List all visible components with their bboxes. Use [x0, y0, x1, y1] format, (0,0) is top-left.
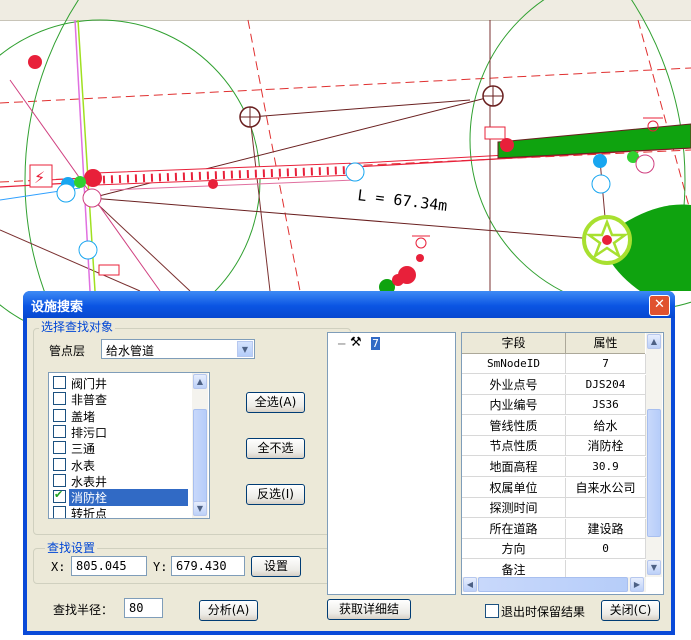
grid-header-field: 字段 — [462, 333, 566, 354]
scroll-down-icon[interactable]: ▼ — [647, 560, 661, 575]
list-item[interactable]: 转折点 — [51, 504, 189, 519]
grid-value-cell[interactable]: 自来水公司 — [566, 477, 646, 498]
scroll-up-icon[interactable]: ▲ — [193, 374, 207, 389]
get-details-button[interactable]: 获取详细结 — [327, 599, 411, 620]
list-item-checkbox[interactable] — [53, 392, 66, 406]
list-item-label: 转折点 — [71, 507, 108, 519]
scroll-up-icon[interactable]: ▲ — [647, 334, 661, 349]
grid-field-cell: 内业编号 — [462, 395, 566, 416]
node-type-list[interactable]: 阀门井非普查盖堵排污口三通水表水表井消防栓转折点 ▲ ▼ — [48, 372, 210, 519]
x-label: X: — [51, 560, 66, 574]
grid-field-cell: 外业点号 — [462, 374, 566, 395]
grid-horizontal-scrollbar[interactable]: ◀ ▶ — [462, 577, 646, 592]
scroll-thumb[interactable] — [193, 409, 207, 503]
layer-select[interactable]: 给水管道 ▼ — [101, 339, 255, 359]
select-object-group-label: 选择查找对象 — [39, 318, 116, 335]
property-grid[interactable]: 字段 属性 SmNodeID 7 外业点号 DJS204 内业编号 JS36 管线性质 给水节… — [461, 332, 664, 595]
invert-selection-button[interactable]: 反选(I) — [246, 484, 305, 505]
scroll-right-icon[interactable]: ▶ — [630, 577, 644, 592]
list-item[interactable]: 盖堵 — [51, 407, 189, 424]
list-item[interactable]: 水表井 — [51, 472, 189, 489]
grid-value-cell[interactable]: JS36 — [566, 395, 646, 416]
grid-field-cell: 所在道路 — [462, 518, 566, 539]
grid-value-cell[interactable] — [566, 498, 646, 519]
grid-value-cell[interactable]: 给水 — [566, 415, 646, 436]
select-none-button[interactable]: 全不选 — [246, 438, 305, 459]
list-item[interactable]: 消防栓 — [51, 488, 189, 507]
layer-label: 管点层 — [49, 344, 86, 358]
grid-value-cell[interactable]: 30.9 — [566, 457, 646, 477]
grid-field-cell: 方向 — [462, 539, 566, 560]
result-tree[interactable]: ─ ⚒ 7 — [327, 332, 456, 595]
chevron-down-icon[interactable]: ▼ — [237, 341, 253, 357]
select-all-button[interactable]: 全选(A) — [246, 392, 305, 413]
grid-field-cell: SmNodeID — [462, 354, 566, 374]
grid-field-cell: 节点性质 — [462, 436, 566, 457]
dialog-client-area: 选择查找对象 管点层 给水管道 ▼ 阀门井非普查盖堵排污口三通水表水表井消防栓转… — [27, 318, 671, 631]
search-settings-group-label: 查找设置 — [45, 539, 98, 556]
grid-field-cell: 权属单位 — [462, 477, 566, 498]
grid-field-cell: 管线性质 — [462, 415, 566, 436]
radius-label: 查找半径： — [53, 603, 114, 617]
grid-header-value: 属性 — [566, 333, 645, 354]
grid-value-cell[interactable]: 7 — [566, 354, 646, 374]
grid-value-cell[interactable]: 0 — [566, 539, 646, 560]
node-type-list-scrollbar[interactable]: ▲ ▼ — [192, 373, 208, 518]
list-item[interactable]: 三通 — [51, 439, 189, 456]
grid-scroll-thumb[interactable] — [647, 409, 661, 537]
keep-results-label: 退出时保留结果 — [501, 605, 586, 619]
scroll-left-icon[interactable]: ◀ — [463, 577, 477, 592]
grid-field-cell: 地面高程 — [462, 457, 566, 477]
y-label: Y: — [153, 560, 168, 574]
x-coordinate-input[interactable]: 805.045 — [71, 556, 147, 576]
list-item[interactable]: 排污口 — [51, 423, 189, 440]
tree-node-item[interactable]: 7 — [371, 337, 380, 350]
grid-value-cell[interactable]: DJS204 — [566, 374, 646, 395]
scroll-down-icon[interactable]: ▼ — [193, 501, 207, 516]
list-item-checkbox[interactable] — [53, 488, 66, 504]
list-item-checkbox[interactable] — [53, 457, 66, 471]
dialog-title: 设施搜索 — [31, 300, 84, 315]
list-item-checkbox[interactable] — [53, 424, 66, 438]
list-item[interactable]: 阀门井 — [51, 374, 189, 391]
set-button[interactable]: 设置 — [251, 556, 301, 577]
close-icon[interactable]: ✕ — [649, 295, 670, 316]
list-item[interactable]: 水表 — [51, 456, 189, 473]
grid-hscroll-thumb[interactable] — [478, 577, 628, 592]
list-item-checkbox[interactable] — [53, 441, 66, 455]
layer-select-value: 给水管道 — [106, 344, 155, 358]
facility-search-dialog: 设施搜索 ✕ 选择查找对象 管点层 给水管道 ▼ 阀门井 非普查 盖堵 排污口 三通 水表… — [23, 291, 675, 635]
grid-value-cell[interactable]: 建设路 — [566, 518, 646, 539]
list-item-checkbox[interactable] — [53, 408, 66, 422]
y-coordinate-input[interactable]: 679.430 — [171, 556, 245, 576]
grid-value-cell[interactable]: 消防栓 — [566, 436, 646, 457]
close-button[interactable]: 关闭(C) — [601, 600, 660, 621]
grid-vertical-scrollbar[interactable]: ▲ ▼ — [646, 333, 662, 577]
grid-field-cell: 探测时间 — [462, 498, 566, 519]
list-item-checkbox[interactable] — [53, 376, 66, 389]
analyze-button[interactable]: 分析(A) — [199, 600, 258, 621]
hammer-icon: ⚒ — [350, 335, 362, 350]
map-measure-label: L = 67.34m — [357, 186, 449, 215]
list-item[interactable]: 非普查 — [51, 390, 189, 407]
radius-input[interactable]: 80 — [124, 598, 163, 618]
dialog-title-bar[interactable]: 设施搜索 ✕ — [23, 291, 675, 318]
list-item-checkbox[interactable] — [53, 506, 66, 518]
tree-line: ─ — [338, 337, 346, 351]
svg-text:⚡: ⚡ — [34, 168, 45, 187]
keep-results-checkbox[interactable] — [485, 604, 499, 618]
list-item-checkbox[interactable] — [53, 473, 66, 487]
